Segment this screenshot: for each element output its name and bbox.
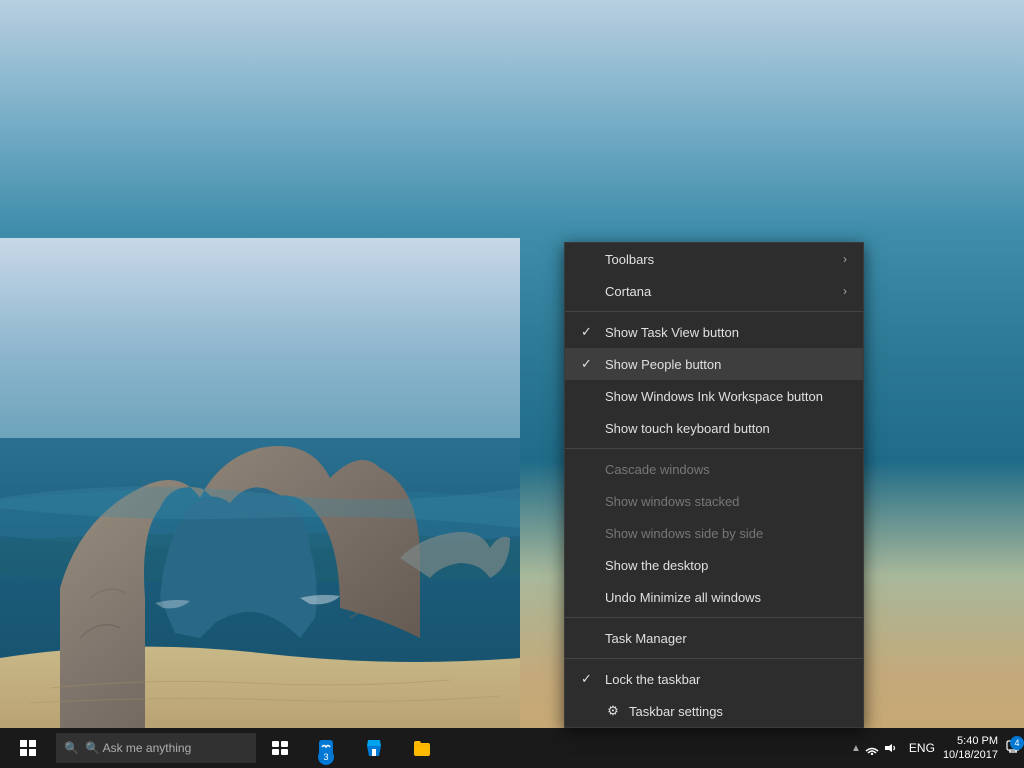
gear-icon: ⚙ (605, 703, 621, 719)
menu-label-toolbars: Toolbars (605, 252, 835, 267)
search-label: 🔍 Ask me anything (85, 741, 191, 755)
menu-item-cortana[interactable]: Cortana › (565, 275, 863, 307)
check-icon-lock-taskbar: ✓ (581, 671, 597, 687)
clock-date: 10/18/2017 (943, 748, 998, 762)
taskbar-left: 🔍 🔍 Ask me anything 3 (0, 728, 847, 768)
menu-separator (565, 448, 863, 449)
menu-separator (565, 617, 863, 618)
menu-label-side-by-side: Show windows side by side (605, 526, 847, 541)
menu-item-show-task-view[interactable]: ✓ Show Task View button (565, 316, 863, 348)
menu-item-side-by-side: Show windows side by side (565, 517, 863, 549)
menu-item-undo-minimize[interactable]: Undo Minimize all windows (565, 581, 863, 613)
menu-item-show-people[interactable]: ✓ Show People button (565, 348, 863, 380)
search-bar[interactable]: 🔍 🔍 Ask me anything (56, 733, 256, 763)
clock[interactable]: 5:40 PM 10/18/2017 (943, 734, 998, 763)
taskbar-right: ▲ ENG 5:40 PM 10/18/2017 4 (847, 734, 1024, 763)
menu-label-show-people: Show People button (605, 357, 847, 372)
submenu-arrow-toolbars: › (843, 252, 847, 266)
network-icon (865, 741, 879, 755)
check-icon-show-people: ✓ (581, 356, 597, 372)
menu-label-stacked: Show windows stacked (605, 494, 847, 509)
menu-item-stacked: Show windows stacked (565, 485, 863, 517)
taskbar-context-menu: Toolbars›Cortana›✓Show Task View button✓… (564, 242, 864, 728)
task-view-button[interactable] (260, 728, 300, 768)
menu-label-show-ink: Show Windows Ink Workspace button (605, 389, 847, 404)
menu-separator (565, 658, 863, 659)
notification-center-button[interactable]: 4 (1006, 740, 1020, 757)
pinned-app-explorer[interactable] (400, 729, 444, 767)
menu-label-show-desktop: Show the desktop (605, 558, 847, 573)
start-button[interactable] (4, 728, 52, 768)
menu-label-taskbar-settings: Taskbar settings (629, 704, 847, 719)
clock-time: 5:40 PM (943, 734, 998, 748)
notification-count: 4 (1010, 736, 1024, 750)
volume-icon (883, 741, 897, 755)
check-icon-show-task-view: ✓ (581, 324, 597, 340)
pinned-app-edge[interactable]: 3 (304, 729, 348, 767)
menu-item-toolbars[interactable]: Toolbars › (565, 243, 863, 275)
desktop-background (0, 0, 1024, 768)
menu-item-show-keyboard[interactable]: Show touch keyboard button (565, 412, 863, 444)
menu-separator (565, 311, 863, 312)
menu-item-lock-taskbar[interactable]: ✓ Lock the taskbar (565, 663, 863, 695)
search-icon: 🔍 (64, 741, 79, 755)
language-indicator[interactable]: ENG (909, 741, 935, 755)
menu-label-cortana: Cortana (605, 284, 835, 299)
menu-label-lock-taskbar: Lock the taskbar (605, 672, 847, 687)
menu-label-task-manager: Task Manager (605, 631, 847, 646)
menu-item-task-manager[interactable]: Task Manager (565, 622, 863, 654)
taskbar: 🔍 🔍 Ask me anything 3 (0, 728, 1024, 768)
rock-arch-svg (0, 238, 520, 738)
menu-item-cascade: Cascade windows (565, 453, 863, 485)
menu-item-show-ink[interactable]: Show Windows Ink Workspace button (565, 380, 863, 412)
pinned-app-store[interactable] (352, 729, 396, 767)
menu-item-taskbar-settings[interactable]: ⚙ Taskbar settings (565, 695, 863, 727)
system-tray: ▲ (847, 741, 901, 755)
menu-label-undo-minimize: Undo Minimize all windows (605, 590, 847, 605)
app-badge: 3 (318, 749, 334, 765)
menu-label-show-task-view: Show Task View button (605, 325, 847, 340)
menu-item-show-desktop[interactable]: Show the desktop (565, 549, 863, 581)
menu-label-cascade: Cascade windows (605, 462, 847, 477)
menu-label-show-keyboard: Show touch keyboard button (605, 421, 847, 436)
tray-arrow[interactable]: ▲ (851, 743, 861, 754)
submenu-arrow-cortana: › (843, 284, 847, 298)
